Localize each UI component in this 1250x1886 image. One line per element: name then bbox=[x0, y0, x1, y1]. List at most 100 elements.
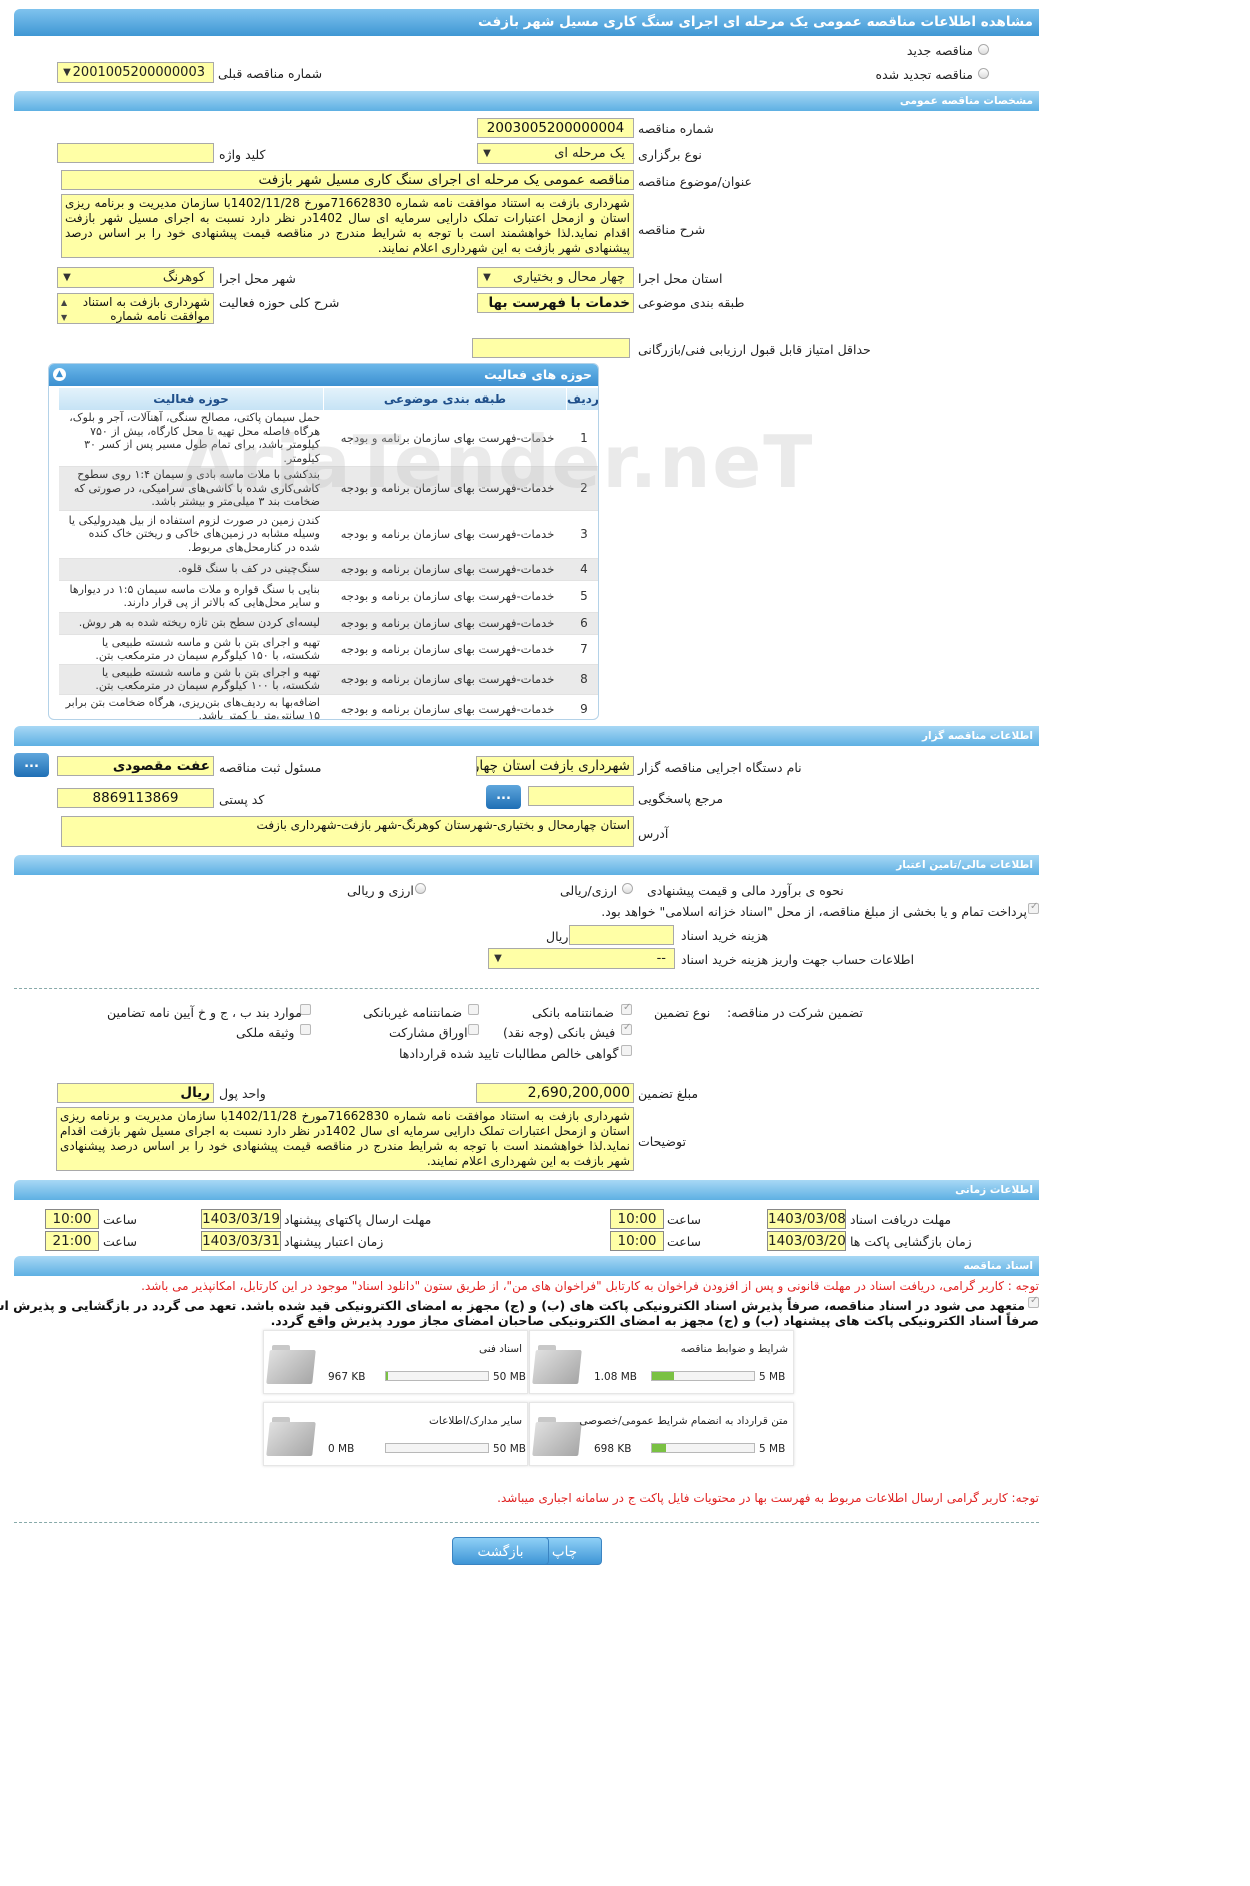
shares-label: اوراق مشارکت bbox=[389, 1025, 468, 1040]
property-checkbox[interactable] bbox=[300, 1024, 311, 1035]
document-max-size: 5 MB bbox=[759, 1443, 786, 1455]
prev-tender-select[interactable]: 2001005200000003 ▼ bbox=[57, 62, 214, 83]
collapse-icon[interactable]: ▲ bbox=[53, 368, 66, 381]
new-tender-radio[interactable] bbox=[978, 44, 989, 55]
valid-time-field: 21:00 bbox=[45, 1231, 99, 1251]
row-number: 6 bbox=[569, 612, 598, 635]
city-select[interactable]: کوهرنگ ▼ bbox=[57, 267, 214, 288]
row-category: خدمات-فهرست بهای سازمان برنامه و بودجه bbox=[326, 634, 569, 665]
scroll-down-icon[interactable]: ▼ bbox=[61, 311, 67, 323]
category-field: خدمات با فهرست بها bbox=[477, 293, 634, 313]
row-activity: تهیه و اجرای بتن با شن و ماسه شسته طبیعی… bbox=[59, 634, 326, 665]
postal-code-label: کد پستی bbox=[219, 792, 265, 807]
commitment-checkbox[interactable] bbox=[1028, 1295, 1039, 1308]
folder-icon bbox=[532, 1417, 582, 1457]
commitment-line-2: صرفاً اسناد الکترونیکی پاکت های پیشنهاد … bbox=[270, 1313, 1039, 1328]
scope-label: شرح کلی حوزه فعالیت bbox=[219, 295, 340, 310]
document-max-size: 50 MB bbox=[493, 1443, 526, 1455]
activities-title: حوزه های فعالیت bbox=[484, 367, 592, 382]
min-score-label: حداقل امتیاز قابل قبول ارزیابی فنی/بازرگ… bbox=[638, 342, 871, 357]
shares-checkbox[interactable] bbox=[468, 1024, 479, 1035]
bank-guarantee-checkbox[interactable] bbox=[621, 1002, 632, 1015]
back-button[interactable]: بازگشت bbox=[452, 1537, 549, 1565]
prev-tender-value: 2001005200000003 bbox=[72, 65, 205, 80]
organizer-section-header: اطلاعات مناقصه گزار bbox=[14, 726, 1039, 746]
col-row-header: ردیف bbox=[567, 388, 598, 410]
col-field-header: حوزه فعالیت bbox=[59, 388, 324, 410]
address-textarea: استان چهارمحال و بختیاری-شهرستان کوهرنگ-… bbox=[61, 816, 634, 847]
activities-panel: حوزه های فعالیت ▲ ردیف طبقه بندی موضوعی … bbox=[48, 363, 599, 720]
row-number: 9 bbox=[569, 694, 598, 719]
table-row: 4 خدمات-فهرست بهای سازمان برنامه و بودجه س… bbox=[59, 558, 598, 581]
table-row: 7 خدمات-فهرست بهای سازمان برنامه و بودجه ت… bbox=[59, 634, 598, 665]
currency-label: واحد پول bbox=[219, 1086, 266, 1101]
subject-label: عنوان/موضوع مناقصه bbox=[638, 174, 753, 189]
scope-textarea[interactable]: شهرداری بازفت به استناد موافقت نامه شمار… bbox=[57, 293, 214, 324]
table-row: 5 خدمات-فهرست بهای سازمان برنامه و بودجه ب… bbox=[59, 580, 598, 613]
row-activity: بنایی با سنگ قواره و ملات ماسه سیمان ۱:۵… bbox=[59, 580, 326, 613]
row-category: خدمات-فهرست بهای سازمان برنامه و بودجه bbox=[326, 580, 569, 613]
document-size-bar bbox=[651, 1443, 755, 1453]
send-time-field: 10:00 bbox=[45, 1209, 99, 1229]
renewed-tender-radio[interactable] bbox=[978, 68, 989, 79]
scope-line-1: شهرداری بازفت به استناد bbox=[82, 295, 210, 309]
notes-textarea: شهرداری بازفت به استناد موافقت نامه شمار… bbox=[56, 1107, 634, 1171]
divider bbox=[14, 988, 1039, 989]
notes-label: توضیحات bbox=[638, 1134, 686, 1149]
document-card[interactable]: اسناد فنی 967 KB 50 MB bbox=[263, 1330, 528, 1394]
rial-radio[interactable] bbox=[622, 883, 633, 894]
watermark: AriaTender.neT bbox=[180, 420, 815, 504]
postal-code-field: 8869113869 bbox=[57, 788, 214, 808]
receive-time-label: ساعت bbox=[667, 1212, 702, 1227]
new-tender-label: مناقصه جدید bbox=[906, 43, 973, 58]
province-value: چهار محال و بختیاری bbox=[513, 270, 625, 285]
document-card[interactable]: سایر مدارک/اطلاعات 0 MB 50 MB bbox=[263, 1402, 528, 1466]
account-value: -- bbox=[656, 951, 666, 966]
document-max-size: 5 MB bbox=[759, 1371, 786, 1383]
activities-header: حوزه های فعالیت ▲ bbox=[49, 364, 598, 386]
hold-type-select[interactable]: یک مرحله ای ▼ bbox=[477, 143, 634, 164]
chevron-down-icon: ▼ bbox=[483, 148, 491, 159]
document-size: 698 KB bbox=[594, 1443, 632, 1455]
responsible-lookup-button[interactable]: ... bbox=[14, 753, 49, 777]
net-claims-checkbox[interactable] bbox=[621, 1045, 632, 1056]
fx-rial-radio[interactable] bbox=[415, 883, 426, 894]
scroll-up-icon[interactable]: ▲ bbox=[61, 296, 67, 310]
row-number: 8 bbox=[569, 664, 598, 695]
document-card[interactable]: شرایط و ضوابط مناقصه 1.08 MB 5 MB bbox=[529, 1330, 794, 1394]
reference-lookup-button[interactable]: ... bbox=[486, 785, 521, 809]
document-title: سایر مدارک/اطلاعات bbox=[429, 1415, 522, 1427]
document-card[interactable]: متن قرارداد به انضمام شرایط عمومی/خصوصی 6… bbox=[529, 1402, 794, 1466]
responsible-field: عفت مقصودی bbox=[57, 756, 214, 776]
doc-fee-field bbox=[569, 925, 674, 945]
bank-receipt-checkbox[interactable] bbox=[621, 1022, 632, 1035]
organizer-name-field: شهرداری بازفت استان چهار bbox=[476, 756, 634, 776]
folder-icon bbox=[532, 1345, 582, 1385]
fx-rial-label: ارزی و ریالی bbox=[347, 883, 414, 898]
treasury-note: پرداخت تمام و یا بخشی از مبلغ مناقصه، از… bbox=[601, 904, 1027, 919]
nonbank-guarantee-label: ضمانتنامه غیربانکی bbox=[363, 1005, 463, 1020]
document-title: متن قرارداد به انضمام شرایط عمومی/خصوصی bbox=[579, 1415, 788, 1427]
row-number: 4 bbox=[569, 558, 598, 581]
chevron-down-icon: ▼ bbox=[494, 953, 502, 964]
province-select[interactable]: چهار محال و بختیاری ▼ bbox=[477, 267, 634, 288]
nonbank-guarantee-checkbox[interactable] bbox=[468, 1004, 479, 1015]
prev-tender-label: شماره مناقصه قبلی bbox=[218, 66, 323, 81]
open-time-label: ساعت bbox=[667, 1234, 702, 1249]
document-title: اسناد فنی bbox=[478, 1343, 522, 1355]
city-value: کوهرنگ bbox=[162, 270, 205, 285]
subject-field: مناقصه عمومی یک مرحله ای اجرای سنگ کاری … bbox=[61, 170, 634, 190]
treasury-checkbox[interactable] bbox=[1028, 901, 1039, 914]
scope-line-2: موافقت نامه شماره bbox=[110, 309, 210, 323]
net-claims-label: گواهی خالص مطالبات تایید شده قراردادها bbox=[399, 1046, 619, 1061]
schedule-section-header: اطلاعات زمانی bbox=[14, 1180, 1039, 1200]
hold-type-label: نوع برگزاری bbox=[638, 147, 702, 162]
open-time-field: 10:00 bbox=[610, 1231, 664, 1251]
documents-section-header: اسناد مناقصه bbox=[14, 1256, 1039, 1276]
estimation-method-label: نحوه ی برآورد مالی و قیمت پیشنهادی bbox=[647, 883, 844, 898]
account-select[interactable]: -- ▼ bbox=[488, 948, 675, 969]
hold-type-value: یک مرحله ای bbox=[554, 146, 625, 161]
reference-field bbox=[528, 786, 634, 806]
category-label: طبقه بندی موضوعی bbox=[638, 295, 745, 310]
send-date-field: 1403/03/19 bbox=[201, 1209, 281, 1229]
